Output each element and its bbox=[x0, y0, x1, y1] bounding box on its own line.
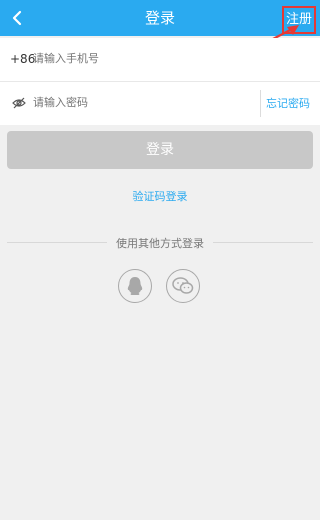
register-button[interactable]: 注册 bbox=[281, 6, 316, 34]
login-form: +86 忘记密码 bbox=[0, 38, 320, 125]
phone-input[interactable] bbox=[33, 38, 243, 81]
login-button[interactable]: 登录 bbox=[7, 131, 313, 169]
qq-login-button[interactable] bbox=[118, 269, 152, 303]
qq-icon bbox=[127, 277, 143, 295]
wechat-icon bbox=[172, 277, 194, 294]
phone-row: +86 bbox=[0, 38, 320, 82]
country-code[interactable]: +86 bbox=[10, 38, 35, 81]
forgot-password-link[interactable]: 忘记密码 bbox=[266, 82, 310, 125]
eye-icon[interactable] bbox=[12, 97, 26, 109]
other-login-label: 使用其他方式登录 bbox=[116, 237, 204, 250]
sms-login-link[interactable]: 验证码登录 bbox=[0, 188, 320, 204]
password-row: 忘记密码 bbox=[0, 82, 320, 125]
wechat-login-button[interactable] bbox=[166, 269, 200, 303]
top-bar: 登录 注册 bbox=[0, 0, 320, 36]
field-divider bbox=[260, 90, 261, 117]
password-input[interactable] bbox=[33, 82, 243, 125]
page-title: 登录 bbox=[144, 9, 175, 27]
